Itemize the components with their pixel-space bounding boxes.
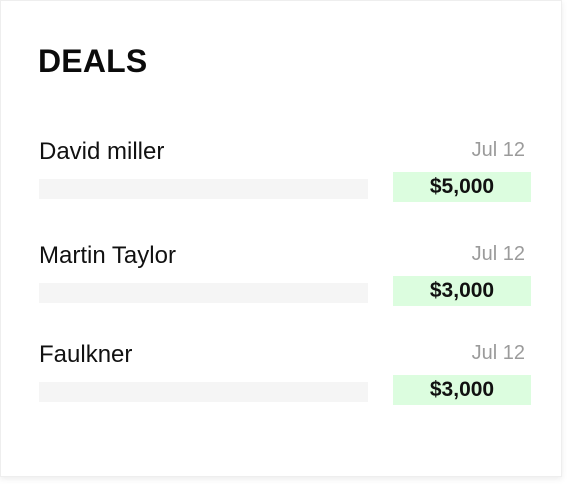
card-title: DEALS bbox=[38, 43, 148, 79]
deal-amount: $3,000 bbox=[393, 276, 531, 306]
deal-bar bbox=[39, 382, 368, 402]
deals-card: DEALS David miller Jul 12 $5,000 Martin … bbox=[0, 0, 562, 477]
deal-amount: $3,000 bbox=[393, 375, 531, 405]
deal-row-0[interactable]: David miller Jul 12 $5,000 bbox=[1, 138, 561, 209]
deal-bar bbox=[39, 283, 368, 303]
deal-amount: $5,000 bbox=[393, 172, 531, 202]
deal-row-2[interactable]: Faulkner Jul 12 $3,000 bbox=[1, 341, 561, 412]
deal-date: Jul 12 bbox=[471, 342, 525, 364]
deal-name: Faulkner bbox=[39, 341, 133, 368]
deal-date: Jul 12 bbox=[471, 243, 525, 265]
deal-name: Martin Taylor bbox=[39, 242, 176, 269]
deal-name: David miller bbox=[39, 138, 165, 165]
deal-row-1[interactable]: Martin Taylor Jul 12 $3,000 bbox=[1, 242, 561, 313]
deal-date: Jul 12 bbox=[471, 139, 525, 161]
deal-bar bbox=[39, 179, 368, 199]
